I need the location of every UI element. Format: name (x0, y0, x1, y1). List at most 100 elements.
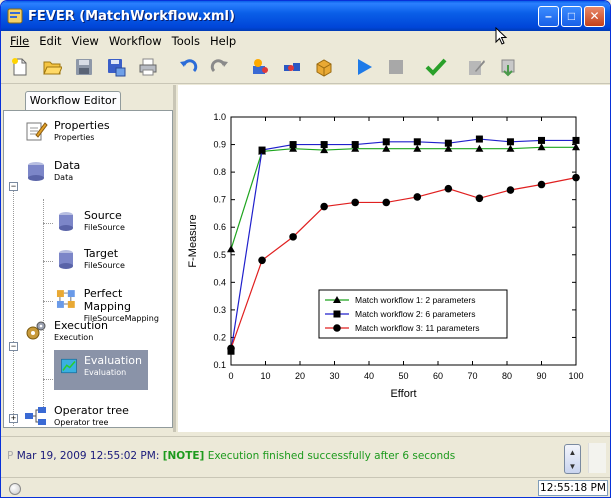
log-scrollbar[interactable] (588, 443, 606, 473)
expander-operator-tree[interactable]: + (9, 414, 18, 423)
x-tick-label: 40 (364, 371, 374, 381)
log-text: Execution finished successfully after 6 … (207, 450, 456, 462)
menu-view[interactable]: View (67, 34, 104, 48)
legend-label: Match workflow 1: 2 parameters (355, 295, 475, 305)
x-tick-label: 10 (260, 371, 270, 381)
tree-sublabel: Data (54, 173, 74, 182)
run-button[interactable] (353, 56, 375, 78)
data-point (258, 146, 266, 154)
save-as-button[interactable] (105, 56, 127, 78)
tree-label: Evaluation (83, 354, 142, 367)
data-point (572, 136, 580, 144)
properties-icon (26, 122, 48, 141)
x-axis-label: Effort (390, 388, 416, 400)
expander-execution[interactable]: − (9, 342, 18, 351)
print-button[interactable] (137, 56, 159, 78)
redo-button[interactable] (209, 56, 231, 78)
data-point (320, 202, 328, 211)
menu-file[interactable]: File (5, 34, 34, 48)
tree-sublabel: FileSource (84, 223, 125, 232)
tree-node-data[interactable]: Data Data (24, 159, 80, 183)
y-tick-label: 0.2 (213, 332, 226, 342)
export-button[interactable] (497, 56, 519, 78)
y-tick-label: 0.1 (213, 360, 226, 370)
open-button[interactable] (41, 56, 63, 78)
print-icon (139, 58, 157, 76)
save-icon (76, 59, 92, 75)
tree-sublabel: FileSource (84, 261, 125, 270)
data-point (320, 141, 328, 149)
new-icon (12, 58, 27, 76)
undo-icon (180, 59, 198, 73)
data-point (413, 193, 422, 201)
tab-workflow-editor[interactable]: Workflow Editor (25, 91, 121, 110)
redo-icon (210, 59, 228, 73)
tree-sublabel: Operator tree (54, 418, 109, 427)
menu-edit[interactable]: Edit (34, 34, 66, 48)
data-point (351, 198, 359, 207)
add-source-icon (253, 59, 268, 74)
mapping-icon (56, 290, 75, 308)
data-point (289, 141, 297, 149)
x-tick-label: 60 (433, 371, 443, 381)
log-panel: P Mar 19, 2009 12:55:02 PM: [NOTE] Execu… (1, 436, 610, 476)
expander-data[interactable]: − (9, 182, 18, 191)
title-bar[interactable]: FEVER (MatchWorkflow.xml) – □ ✕ (1, 1, 610, 31)
tree-label: Operator tree (54, 404, 129, 417)
x-tick-label: 100 (568, 371, 583, 381)
close-icon: ✕ (589, 9, 600, 23)
x-tick-label: 30 (329, 371, 339, 381)
status-bar: 12:55:18 PM (1, 477, 610, 497)
chevron-up-icon[interactable]: ▲ (569, 448, 577, 457)
tree-node-execution[interactable]: Execution Execution (24, 319, 108, 343)
x-tick-label: 70 (467, 371, 477, 381)
data-point (475, 135, 483, 143)
data-point (475, 194, 484, 203)
close-button[interactable]: ✕ (584, 5, 605, 27)
tree-node-properties[interactable]: Properties Properties (24, 119, 110, 143)
add-source-button[interactable] (249, 56, 271, 78)
data-point (537, 180, 546, 189)
tree-label: Perfect Mapping (83, 287, 131, 313)
log-message[interactable]: P Mar 19, 2009 12:55:02 PM: [NOTE] Execu… (7, 450, 455, 462)
run-icon (358, 59, 372, 75)
chevron-down-icon[interactable]: ▼ (569, 462, 577, 471)
tree-label: Properties (54, 119, 110, 132)
tree-node-evaluation[interactable]: Evaluation Evaluation (54, 350, 148, 390)
legend-label: Match workflow 3: 11 parameters (355, 323, 480, 333)
tree-label: Target (84, 247, 119, 260)
status-indicator-icon (9, 483, 21, 495)
menu-help[interactable]: Help (205, 34, 241, 48)
data-point (444, 139, 452, 147)
app-icon (7, 8, 23, 24)
add-package-button[interactable] (313, 56, 335, 78)
new-button[interactable] (9, 56, 31, 78)
data-point (506, 138, 514, 146)
minimize-button[interactable]: – (538, 5, 559, 27)
tree-node-operator-tree[interactable]: Operator tree Operator tree (24, 404, 129, 427)
undo-button[interactable] (177, 56, 199, 78)
menu-workflow[interactable]: Workflow (104, 34, 167, 48)
workflow-tree[interactable]: − − + Properties Properties Data Data Sour… (3, 110, 173, 428)
log-navigation[interactable]: ▲ ▼ (564, 444, 581, 474)
mouse-cursor-icon (495, 27, 508, 45)
f-measure-chart: 0 10 20 30 40 50 60 70 80 90 100 0.1 0.2 0.3 0.4 0.5 0.6… (187, 112, 584, 400)
operator-tree-icon (25, 407, 46, 425)
save-button[interactable] (73, 56, 95, 78)
maximize-button[interactable]: □ (561, 5, 582, 27)
tree-node-source[interactable]: Source FileSource (54, 209, 125, 233)
y-tick-label: 0.4 (213, 277, 226, 287)
stop-button[interactable] (385, 56, 407, 78)
stop-icon (389, 60, 403, 74)
y-axis-label: F-Measure (187, 214, 199, 267)
add-mapping-button[interactable] (281, 56, 303, 78)
save-as-icon (108, 59, 126, 77)
tree-node-target[interactable]: Target FileSource (54, 247, 125, 271)
menu-tools[interactable]: Tools (167, 34, 205, 48)
data-point (538, 136, 545, 144)
log-tag: [NOTE] (162, 450, 205, 462)
validate-button[interactable] (425, 56, 447, 78)
y-tick-label: 0.7 (213, 195, 226, 205)
edit-button[interactable] (465, 56, 487, 78)
tree-sublabel: Execution (54, 333, 94, 342)
